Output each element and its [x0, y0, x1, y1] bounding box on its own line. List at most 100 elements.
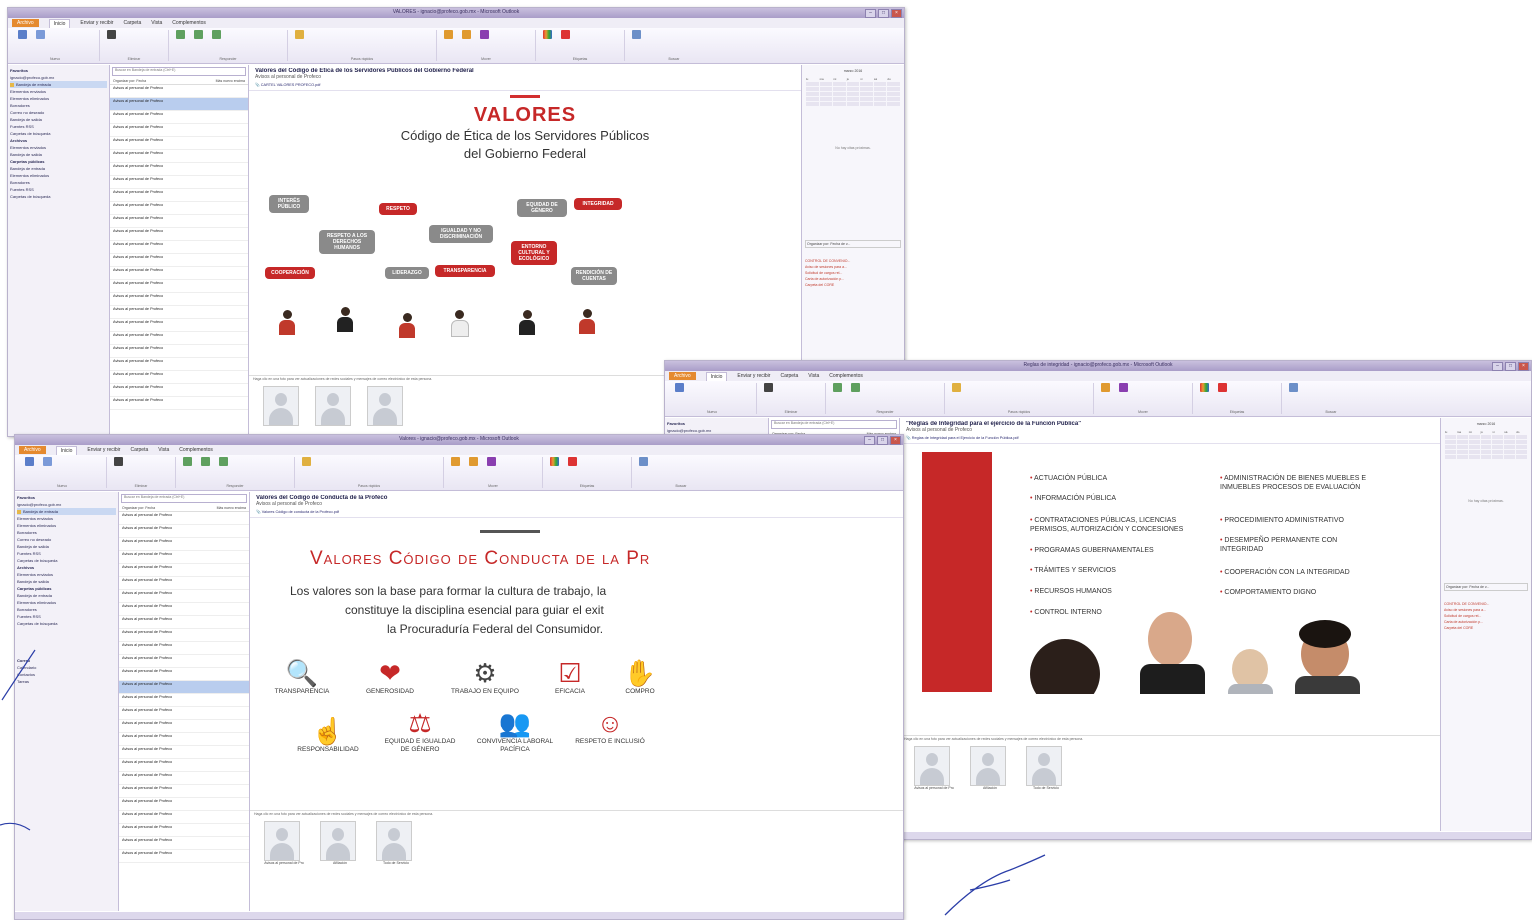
message-list-item[interactable]: Avisos al personal de Profeco [110, 332, 248, 345]
tab-vista[interactable]: Vista [158, 447, 169, 453]
message-list-item[interactable]: Avisos al personal de Profeco [119, 577, 249, 590]
rules-button[interactable] [459, 30, 474, 39]
nav-folder[interactable]: Favoritos [10, 67, 107, 74]
followup-button[interactable] [565, 457, 580, 466]
reply-all-button[interactable] [198, 457, 213, 466]
reply-button[interactable] [173, 30, 188, 39]
calendar-day[interactable] [806, 87, 819, 91]
nav-folder[interactable]: Bandeja de salida [17, 543, 116, 550]
mini-calendar[interactable]: lu ma mi ju vi sá do [1445, 430, 1527, 459]
calendar-day[interactable] [1456, 440, 1468, 444]
message-list-item[interactable]: Avisos al personal de Profeco [110, 215, 248, 228]
calendar-day[interactable] [846, 102, 860, 106]
minimize-button[interactable]: – [865, 9, 876, 18]
message-list-item[interactable]: Avisos al personal de Profeco [110, 202, 248, 215]
calendar-day[interactable] [860, 82, 873, 86]
outlook-window-valores-codigo-conducta[interactable]: Valores - ignacio@profeco.gob.mx - Micro… [14, 434, 904, 920]
maximize-button[interactable]: □ [1505, 362, 1516, 371]
calendar-day[interactable] [846, 97, 860, 101]
calendar-day[interactable] [1445, 440, 1456, 444]
close-button[interactable]: × [891, 9, 902, 18]
calendar-day[interactable] [1480, 445, 1492, 449]
forward-button[interactable] [216, 457, 231, 466]
tab-complementos[interactable]: Complementos [179, 447, 213, 453]
message-list-item[interactable]: Avisos al personal de Profeco [119, 642, 249, 655]
reply-button[interactable] [180, 457, 195, 466]
contact-photo[interactable] [914, 746, 950, 786]
calendar-day[interactable] [1492, 440, 1504, 444]
contact-photo[interactable] [320, 821, 356, 861]
move-button[interactable] [441, 30, 456, 39]
calendar-day[interactable] [887, 92, 900, 96]
message-list-item[interactable]: Avisos al personal de Profeco [119, 759, 249, 772]
calendar-day[interactable] [819, 92, 833, 96]
calendar-day[interactable] [833, 87, 846, 91]
calendar-day[interactable] [819, 87, 833, 91]
message-list-item[interactable]: Avisos al personal de Profeco [119, 590, 249, 603]
message-list-item[interactable]: Avisos al personal de Profeco [110, 319, 248, 332]
message-list-item[interactable]: Avisos al personal de Profeco [110, 163, 248, 176]
calendar-day[interactable] [1504, 450, 1516, 454]
tab-enviar-recibir[interactable]: Enviar y recibir [87, 447, 120, 453]
contact-photo[interactable] [263, 386, 299, 426]
calendar-day[interactable] [887, 97, 900, 101]
message-list-item[interactable]: Avisos al personal de Profeco [119, 551, 249, 564]
tab-archivo[interactable]: Archivo [669, 372, 696, 380]
message-list-item[interactable]: Avisos al personal de Profeco [110, 293, 248, 306]
calendar-day[interactable] [1504, 445, 1516, 449]
calendar-day[interactable] [887, 102, 900, 106]
search-input[interactable]: Buscar en Bandeja de entrada (Ctrl+E) [112, 67, 246, 76]
nav-folder[interactable]: Borradores [10, 179, 107, 186]
message-list-item[interactable]: Avisos al personal de Profeco [119, 811, 249, 824]
categorize-button[interactable] [547, 457, 562, 466]
search-input[interactable]: Buscar en Bandeja de entrada (Ctrl+E) [771, 420, 897, 429]
calendar-day[interactable] [1468, 435, 1480, 439]
calendar-day[interactable] [860, 87, 873, 91]
calendar-day[interactable] [1456, 450, 1468, 454]
new-email-button[interactable] [15, 30, 30, 39]
categorize-button[interactable] [1197, 383, 1212, 392]
nav-folder[interactable]: Carpetas de búsqueda [10, 130, 107, 137]
calendar-day[interactable] [806, 97, 819, 101]
nav-folder[interactable]: Elementos enviados [17, 515, 116, 522]
calendar-day[interactable] [846, 87, 860, 91]
message-list-item[interactable]: Avisos al personal de Profeco [119, 694, 249, 707]
tab-archivo[interactable]: Archivo [19, 446, 46, 454]
nav-folder[interactable]: Correo no deseado [10, 109, 107, 116]
nav-folder[interactable]: Borradores [10, 102, 107, 109]
nav-folder[interactable]: Carpetas de búsqueda [10, 193, 107, 200]
message-list-item[interactable]: Avisos al personal de Profeco [119, 629, 249, 642]
calendar-day[interactable] [1492, 435, 1504, 439]
nav-folder[interactable]: Elementos eliminados [10, 95, 107, 102]
quick-steps-button[interactable] [292, 30, 307, 39]
message-list-item[interactable]: Avisos al personal de Profeco [119, 772, 249, 785]
window-titlebar[interactable]: Valores - ignacio@profeco.gob.mx - Micro… [15, 435, 903, 445]
calendar-day[interactable] [1468, 445, 1480, 449]
calendar-day[interactable] [1445, 455, 1456, 459]
find-contact-button[interactable] [629, 30, 644, 39]
nav-folder[interactable]: Elementos eliminados [10, 172, 107, 179]
nav-folder[interactable]: Carpetas de búsqueda [17, 620, 116, 627]
message-list-item[interactable]: Avisos al personal de Profeco [119, 512, 249, 525]
message-list-item[interactable]: Avisos al personal de Profeco [110, 228, 248, 241]
attachment[interactable]: 📎 CARTEL VALORES PROFECO.pdf [255, 82, 795, 87]
message-list-item[interactable]: Avisos al personal de Profeco [119, 707, 249, 720]
message-list-item[interactable]: Avisos al personal de Profeco [119, 538, 249, 551]
calendar-day[interactable] [833, 97, 846, 101]
sort-bar[interactable]: Organizar por: Fecha Más nuevo encima [119, 505, 249, 512]
calendar-day[interactable] [819, 97, 833, 101]
tab-inicio[interactable]: Inicio [55, 445, 78, 455]
nav-folder[interactable]: Borradores [17, 529, 116, 536]
calendar-day[interactable] [873, 97, 887, 101]
message-list-item[interactable]: Avisos al personal de Profeco [110, 189, 248, 202]
message-list-item[interactable]: Avisos al personal de Profeco [119, 785, 249, 798]
contact-photo[interactable] [367, 386, 403, 426]
message-list-item[interactable]: Avisos al personal de Profeco [110, 345, 248, 358]
nav-folder[interactable]: Bandeja de salida [10, 151, 107, 158]
calendar-day[interactable] [833, 92, 846, 96]
message-sender[interactable]: Avisos al personal de Profeco [906, 427, 1434, 433]
nav-folder[interactable]: Fuentes RSS [17, 613, 116, 620]
nav-folder[interactable]: Elementos enviados [17, 571, 116, 578]
onenote-button[interactable] [477, 30, 492, 39]
calendar-day[interactable] [1445, 435, 1456, 439]
